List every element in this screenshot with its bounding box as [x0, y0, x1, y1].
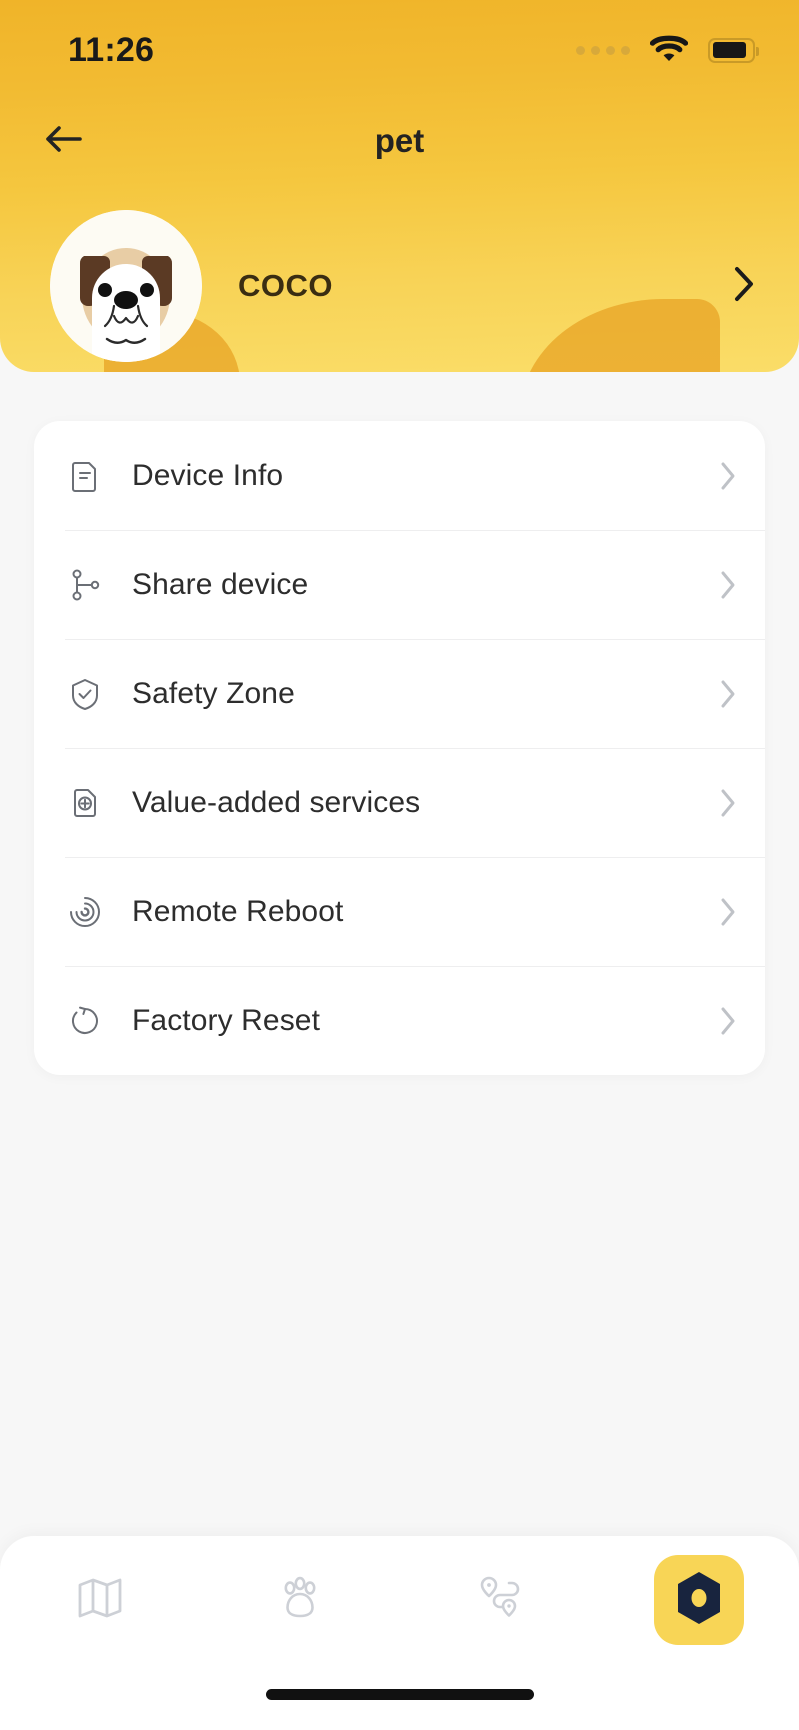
menu-item-safety-zone[interactable]: Safety Zone — [34, 639, 765, 748]
nav-item-pets[interactable] — [200, 1536, 400, 1664]
back-button[interactable] — [36, 113, 92, 169]
map-icon — [73, 1571, 127, 1630]
chevron-right-icon — [719, 570, 737, 600]
menu-item-device-info[interactable]: Device Info — [34, 421, 765, 530]
status-time: 11:26 — [68, 30, 155, 69]
pet-name: COCO — [238, 268, 333, 303]
chevron-right-icon — [733, 266, 755, 307]
chevron-right-icon — [719, 788, 737, 818]
nav-item-device[interactable] — [599, 1536, 799, 1664]
nav-item-route[interactable] — [400, 1536, 600, 1664]
wifi-icon — [649, 34, 689, 67]
shield-check-icon — [65, 674, 105, 714]
menu-item-label: Remote Reboot — [132, 894, 344, 928]
page-title: pet — [374, 122, 425, 159]
menu-item-label: Device Info — [132, 458, 284, 492]
nav-active-pill — [654, 1555, 745, 1645]
document-info-icon — [65, 456, 105, 496]
chevron-right-icon — [719, 897, 737, 927]
device-hex-icon — [672, 1569, 726, 1632]
settings-menu-card: Device Info Share device Safety Zone Val… — [34, 421, 765, 1075]
refresh-reset-icon — [65, 1001, 105, 1041]
menu-item-label: Factory Reset — [132, 1003, 321, 1037]
pet-profile-chevron[interactable] — [733, 266, 755, 307]
menu-item-remote-reboot[interactable]: Remote Reboot — [34, 857, 765, 966]
menu-item-value-added-services[interactable]: Value-added services — [34, 748, 765, 857]
status-bar: 11:26 — [0, 0, 799, 100]
battery-icon — [708, 37, 759, 63]
home-indicator — [265, 1689, 534, 1700]
route-icon — [472, 1571, 526, 1630]
chevron-right-icon — [719, 679, 737, 709]
menu-item-label: Value-added services — [132, 785, 421, 819]
signal-dots-icon — [576, 45, 630, 55]
share-nodes-icon — [65, 565, 105, 605]
sim-plus-icon — [65, 783, 105, 823]
menu-item-label: Share device — [132, 567, 309, 601]
back-arrow-icon — [44, 123, 84, 160]
paw-icon — [273, 1571, 327, 1630]
menu-item-factory-reset[interactable]: Factory Reset — [34, 966, 765, 1075]
dog-avatar-icon — [50, 210, 202, 362]
chevron-right-icon — [719, 1006, 737, 1036]
titlebar: pet — [0, 100, 799, 182]
status-indicators — [576, 34, 759, 67]
phone-screen: 11:26 pet COCO Device Info Share device … — [0, 0, 799, 1730]
bottom-nav-items — [0, 1536, 799, 1664]
menu-item-share-device[interactable]: Share device — [34, 530, 765, 639]
bottom-navigation-bar — [0, 1536, 799, 1730]
signal-spiral-icon — [65, 892, 105, 932]
nav-item-map[interactable] — [0, 1536, 200, 1664]
menu-item-label: Safety Zone — [132, 676, 295, 710]
chevron-right-icon — [719, 461, 737, 491]
pet-profile-row[interactable]: COCO — [0, 198, 799, 374]
